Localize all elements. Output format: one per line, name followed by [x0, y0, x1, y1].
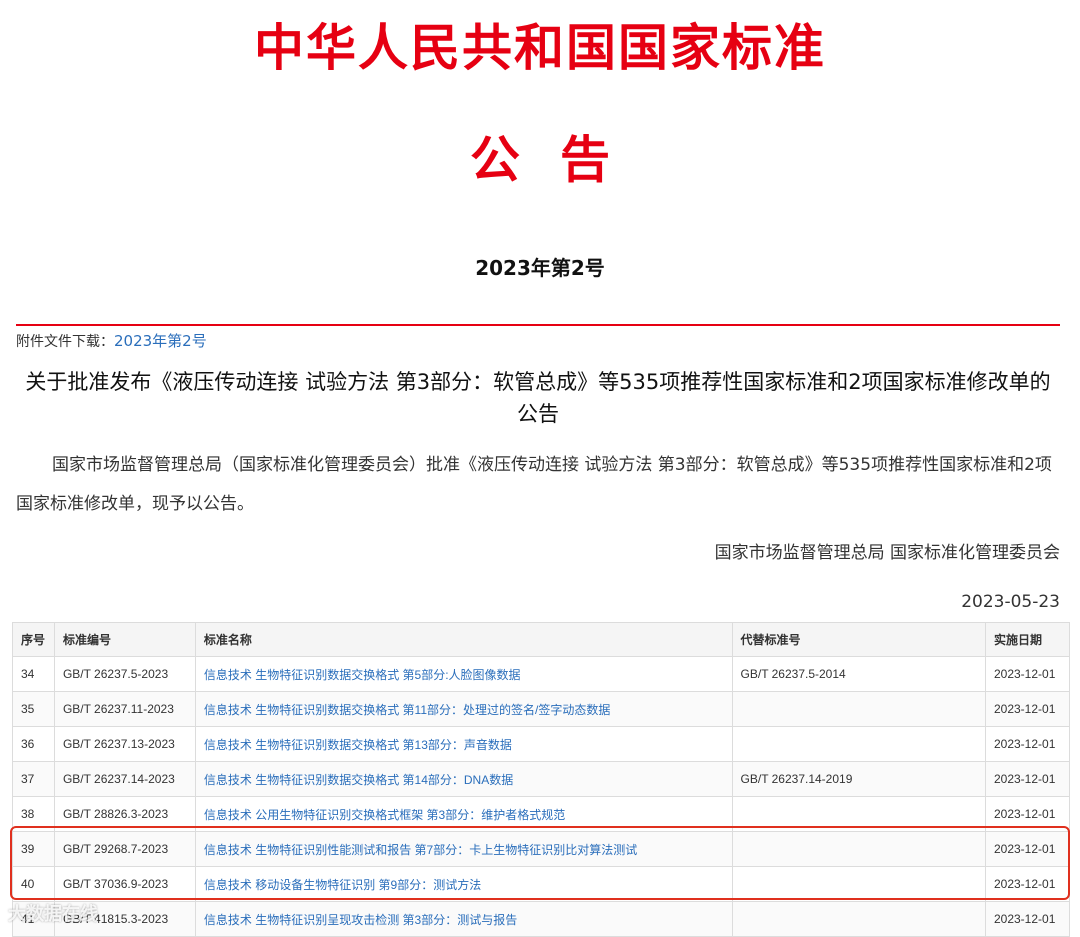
row-date: 2023-12-01	[984, 866, 1071, 902]
row-date: 2023-12-01	[984, 901, 1071, 937]
notice-title: 关于批准发布《液压传动连接 试验方法 第3部分：软管总成》等535项推荐性国家标…	[25, 370, 1051, 426]
header-no: 序号	[12, 622, 55, 657]
row-code: GB/T 28826.3-2023	[53, 796, 196, 832]
row-date: 2023-12-01	[984, 691, 1071, 727]
row-name-link[interactable]: 信息技术 生物特征识别呈现攻击检测 第3部分：测试与报告	[194, 901, 733, 937]
row-replaces	[731, 901, 986, 937]
row-replaces: GB/T 26237.14-2019	[731, 761, 986, 797]
red-divider	[16, 324, 1060, 326]
row-replaces: GB/T 26237.5-2014	[731, 656, 986, 692]
row-replaces	[731, 726, 986, 762]
row-code: GB/T 26237.14-2023	[53, 761, 196, 797]
row-code: GB/T 26237.11-2023	[53, 691, 196, 727]
table-row: 38 GB/T 28826.3-2023 信息技术 公用生物特征识别交换格式框架…	[12, 796, 1071, 832]
row-code: GB/T 29268.7-2023	[53, 831, 196, 867]
standards-table: 序号 标准编号 标准名称 代替标准号 实施日期 34 GB/T 26237.5-…	[12, 622, 1071, 937]
attachment-download-link[interactable]: 2023年第2号	[114, 332, 207, 350]
row-name-link[interactable]: 信息技术 生物特征识别性能测试和报告 第7部分：卡上生物特征识别比对算法测试	[194, 831, 733, 867]
row-replaces	[731, 796, 986, 832]
document-number: 2023年第2号	[475, 256, 605, 280]
row-replaces	[731, 831, 986, 867]
notice-body: 国家市场监督管理总局（国家标准化管理委员会）批准《液压传动连接 试验方法 第3部…	[16, 455, 1052, 514]
table-row: 39 GB/T 29268.7-2023 信息技术 生物特征识别性能测试和报告 …	[12, 831, 1071, 867]
row-replaces	[731, 866, 986, 902]
header-name: 标准名称	[194, 622, 733, 657]
table-row: 36 GB/T 26237.13-2023 信息技术 生物特征识别数据交换格式 …	[12, 726, 1071, 762]
row-name-link[interactable]: 信息技术 移动设备生物特征识别 第9部分：测试方法	[194, 866, 733, 902]
header-code: 标准编号	[53, 622, 196, 657]
row-date: 2023-12-01	[984, 761, 1071, 797]
attachment-label: 附件文件下载：	[16, 334, 114, 350]
row-no: 34	[12, 656, 55, 692]
table-row: 37 GB/T 26237.14-2023 信息技术 生物特征识别数据交换格式 …	[12, 761, 1071, 797]
row-name-link[interactable]: 信息技术 生物特征识别数据交换格式 第13部分：声音数据	[194, 726, 733, 762]
row-date: 2023-12-01	[984, 656, 1071, 692]
row-no: 40	[12, 866, 55, 902]
row-code: GB/T 26237.5-2023	[53, 656, 196, 692]
table-row: 35 GB/T 26237.11-2023 信息技术 生物特征识别数据交换格式 …	[12, 691, 1071, 727]
issue-date: 2023-05-23	[961, 592, 1060, 612]
row-no: 35	[12, 691, 55, 727]
row-date: 2023-12-01	[984, 796, 1071, 832]
row-code: GB/T 37036.9-2023	[53, 866, 196, 902]
masthead-title: 中华人民共和国国家标准	[254, 19, 826, 77]
header-replaces: 代替标准号	[731, 622, 986, 657]
issuer: 国家市场监督管理总局 国家标准化管理委员会	[714, 543, 1060, 563]
row-no: 39	[12, 831, 55, 867]
table-row: 34 GB/T 26237.5-2023 信息技术 生物特征识别数据交换格式 第…	[12, 656, 1071, 692]
table-row: 40 GB/T 37036.9-2023 信息技术 移动设备生物特征识别 第9部…	[12, 866, 1071, 902]
row-name-link[interactable]: 信息技术 公用生物特征识别交换格式框架 第3部分：维护者格式规范	[194, 796, 733, 832]
attachment-row: 附件文件下载：2023年第2号	[16, 330, 207, 351]
row-replaces	[731, 691, 986, 727]
row-code: GB/T 26237.13-2023	[53, 726, 196, 762]
row-date: 2023-12-01	[984, 831, 1071, 867]
row-name-link[interactable]: 信息技术 生物特征识别数据交换格式 第14部分：DNA数据	[194, 761, 733, 797]
row-name-link[interactable]: 信息技术 生物特征识别数据交换格式 第5部分:人脸图像数据	[194, 656, 733, 692]
table-header-row: 序号 标准编号 标准名称 代替标准号 实施日期	[12, 622, 1071, 657]
row-no: 37	[12, 761, 55, 797]
row-date: 2023-12-01	[984, 726, 1071, 762]
header-date: 实施日期	[984, 622, 1071, 657]
row-name-link[interactable]: 信息技术 生物特征识别数据交换格式 第11部分：处理过的签名/签字动态数据	[194, 691, 733, 727]
announcement-heading: 公告	[470, 131, 650, 189]
row-no: 36	[12, 726, 55, 762]
watermark: 大数据在线	[8, 904, 98, 925]
row-no: 38	[12, 796, 55, 832]
table-row: 41 GB/T 41815.3-2023 信息技术 生物特征识别呈现攻击检测 第…	[12, 901, 1071, 937]
